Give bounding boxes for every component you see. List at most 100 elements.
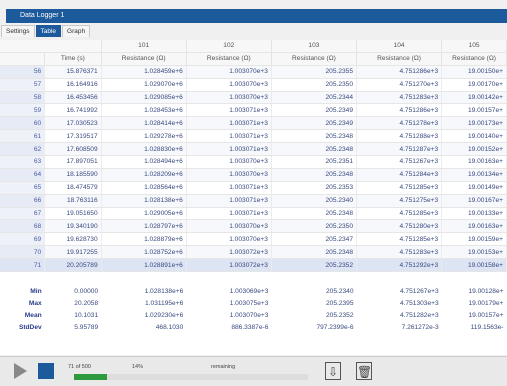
table-cell: 4.751275e+3 [356, 194, 443, 208]
table-cell: 1.028414e+6 [101, 116, 187, 131]
header-blank [0, 52, 46, 66]
row-number: 68 [0, 219, 46, 234]
row-number: 62 [0, 142, 46, 157]
table-cell: 19.00163e+ [441, 155, 507, 169]
table-row[interactable]: 68 19.340190 1.028797e+6 1.003070e+3 205.235… [0, 219, 507, 234]
table-row[interactable]: 65 18.474579 1.028564e+6 1.003071e+3 205.235… [0, 181, 507, 195]
table-row[interactable]: 57 16.164916 1.029070e+6 1.003070e+3 205.235… [0, 78, 507, 92]
table-cell: 205.2348 [271, 168, 358, 182]
row-number: 56 [0, 65, 46, 79]
table-row[interactable]: 62 17.608509 1.028830e+6 1.003071e+3 205.234… [0, 142, 507, 157]
table-row[interactable]: 64 18.185590 1.028209e+6 1.003070e+3 205.234… [0, 168, 507, 182]
channel-header[interactable]: 105 [441, 40, 507, 53]
gap-cell [0, 271, 507, 287]
table-cell: 1.028209e+6 [101, 168, 187, 182]
table-gap [0, 271, 507, 287]
table-cell: 4.751267e+3 [356, 155, 443, 169]
channel-header-row: 101 102 103 104 105 [0, 40, 507, 53]
stat-cell: 1.003075e+3 [186, 297, 272, 310]
table-cell: 4.751283e+3 [356, 245, 443, 260]
stat-cell: 19.00157e+ [441, 309, 507, 322]
table-row[interactable]: 63 17.897051 1.028494e+6 1.003070e+3 205.235… [0, 155, 507, 169]
scan-progress: 71 of 500 14% remaining [68, 364, 312, 380]
stat-cell: 205.2352 [271, 309, 357, 322]
channel-header[interactable]: 104 [356, 40, 443, 53]
stat-label: Mean [0, 309, 45, 322]
column-header[interactable]: Resistance (Ω) [271, 52, 358, 66]
column-header[interactable]: Resistance (Ω) [356, 52, 443, 66]
table-cell: 4.751285e+3 [356, 207, 443, 221]
channel-header[interactable]: 101 [101, 40, 187, 53]
table-row[interactable]: 71 20.205789 1.028891e+6 1.003072e+3 205.235… [0, 258, 507, 273]
table-cell: 1.028797e+6 [101, 219, 187, 234]
table-cell: 19.051650 [44, 207, 102, 221]
stat-cell: 4.751303e+3 [356, 297, 442, 310]
table-cell: 205.2352 [271, 258, 358, 273]
scan-count: 71 of 500 [68, 364, 91, 370]
table-cell: 19.340190 [44, 219, 102, 234]
column-header[interactable]: Time (s) [44, 52, 102, 66]
table-row[interactable]: 67 19.051650 1.029005e+6 1.003071e+3 205.234… [0, 207, 507, 221]
stop-icon[interactable] [38, 363, 54, 379]
tab-settings[interactable]: Settings [1, 25, 35, 37]
stat-row: Mean 10.1031 1.029230e+6 1.003070e+3 205.235… [0, 309, 507, 322]
table-row[interactable]: 70 19.917255 1.028752e+6 1.003072e+3 205.234… [0, 245, 507, 260]
row-number: 70 [0, 245, 46, 260]
table-row[interactable]: 59 16.741992 1.028453e+6 1.003071e+3 205.234… [0, 103, 507, 118]
stat-cell: 886.3387e-6 [186, 321, 272, 334]
table-cell: 19.00140e+ [441, 129, 507, 144]
stat-cell: 1.031195e+6 [101, 297, 187, 310]
channel-header[interactable]: 103 [271, 40, 358, 53]
tab-graph[interactable]: Graph [62, 25, 91, 37]
table-cell: 1.003071e+3 [186, 129, 272, 144]
table-cell: 1.028564e+6 [101, 181, 187, 195]
table-row[interactable]: 69 19.628730 1.028879e+6 1.003070e+3 205.234… [0, 232, 507, 247]
table-row[interactable]: 58 16.453456 1.029085e+6 1.003070e+3 205.234… [0, 91, 507, 105]
table-cell: 1.003070e+3 [186, 65, 272, 79]
table-row[interactable]: 61 17.319517 1.029278e+6 1.003071e+3 205.234… [0, 129, 507, 144]
table-cell: 20.205789 [44, 258, 102, 273]
table-cell: 19.00159e+ [441, 232, 507, 247]
table-cell: 4.751287e+3 [356, 142, 443, 157]
stat-cell: 468.1030 [101, 321, 187, 334]
table-cell: 19.00149e+ [441, 181, 507, 195]
table-cell: 1.028494e+6 [101, 155, 187, 169]
table-cell: 19.917255 [44, 245, 102, 260]
table-row[interactable]: 66 18.763116 1.028138e+6 1.003071e+3 205.234… [0, 194, 507, 208]
table-cell: 205.2350 [271, 219, 358, 234]
play-icon[interactable] [14, 363, 27, 379]
table-cell: 1.029005e+6 [101, 207, 187, 221]
column-header[interactable]: Resistance (Ω) [101, 52, 187, 66]
stat-label: StdDev [0, 321, 45, 334]
stat-cell: 7.261272e-3 [356, 321, 442, 334]
row-number: 61 [0, 129, 46, 144]
progress-bar [74, 374, 308, 380]
trash-icon[interactable]: 🗑 [356, 362, 372, 380]
table-cell: 17.319517 [44, 129, 102, 144]
table-cell: 205.2355 [271, 65, 358, 79]
stat-cell: 1.029230e+6 [101, 309, 187, 322]
table-row[interactable]: 60 17.030523 1.028414e+6 1.003071e+3 205.234… [0, 116, 507, 131]
export-icon[interactable]: ⇩ [325, 362, 341, 380]
table-cell: 19.00134e+ [441, 168, 507, 182]
table-cell: 1.028891e+6 [101, 258, 187, 273]
table-cell: 4.751278e+3 [356, 116, 443, 131]
table-cell: 205.2350 [271, 78, 358, 92]
table-cell: 205.2351 [271, 155, 358, 169]
table-cell: 205.2353 [271, 181, 358, 195]
table-cell: 205.2349 [271, 103, 358, 118]
channel-header[interactable]: 102 [186, 40, 272, 53]
table-cell: 19.00170e+ [441, 78, 507, 92]
table-cell: 4.751283e+3 [356, 91, 443, 105]
stat-cell: 205.2395 [271, 297, 357, 310]
column-header-row: Time (s) Resistance (Ω) Resistance (Ω) Resi… [0, 52, 507, 66]
column-header[interactable]: Resistance (Ω) [186, 52, 272, 66]
tab-table[interactable]: Table [35, 25, 62, 37]
row-number: 60 [0, 116, 46, 131]
table-cell: 205.2348 [271, 245, 358, 260]
column-header[interactable]: Resistance (Ω) [441, 52, 507, 66]
progress-fill [74, 374, 107, 380]
table-cell: 205.2348 [271, 207, 358, 221]
tab-bar: Settings Table Graph [0, 25, 507, 37]
table-row[interactable]: 56 15.876371 1.028459e+6 1.003070e+3 205.235… [0, 65, 507, 79]
